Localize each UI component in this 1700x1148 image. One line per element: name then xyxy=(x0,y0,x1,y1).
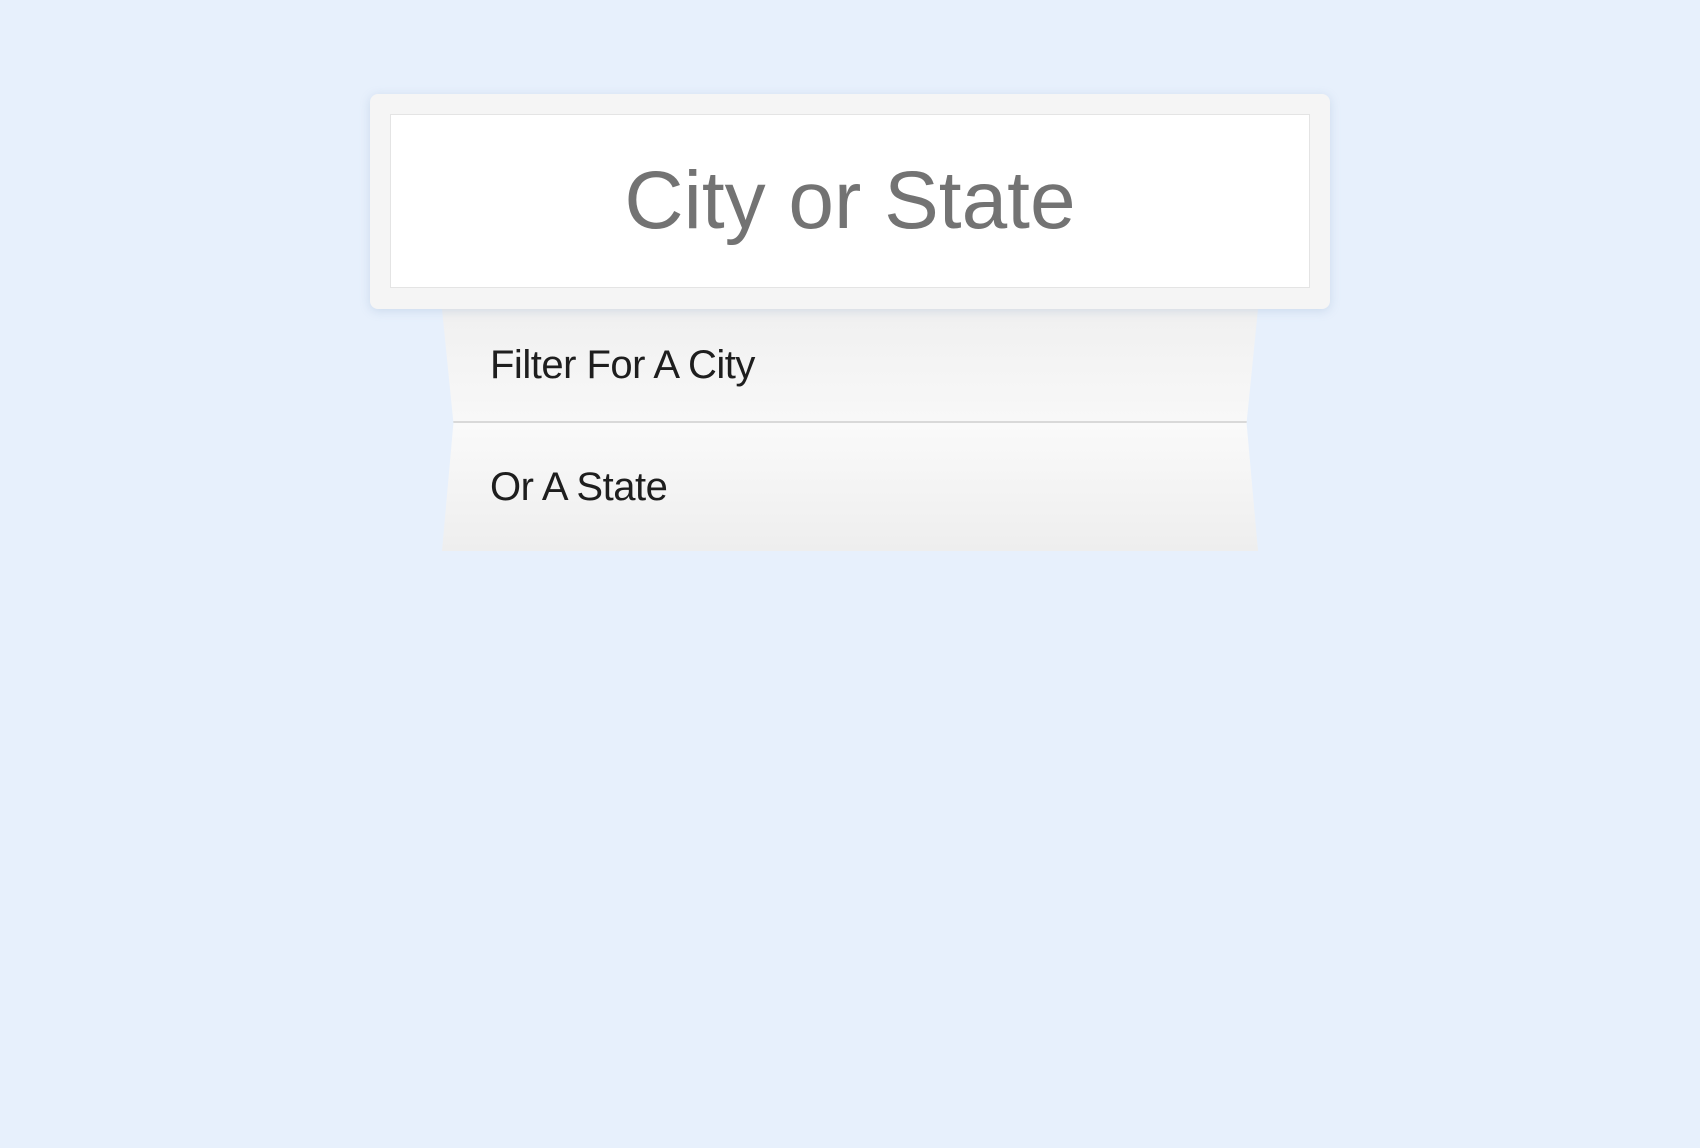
search-panel xyxy=(370,94,1330,309)
search-input[interactable] xyxy=(390,114,1310,288)
suggestion-filter-city[interactable]: Filter For A City xyxy=(442,309,1258,423)
suggestion-state[interactable]: Or A State xyxy=(442,423,1258,551)
suggestion-label: Filter For A City xyxy=(490,342,755,387)
suggestion-label: Or A State xyxy=(490,464,668,509)
suggestions-list: Filter For A City Or A State xyxy=(442,309,1258,551)
